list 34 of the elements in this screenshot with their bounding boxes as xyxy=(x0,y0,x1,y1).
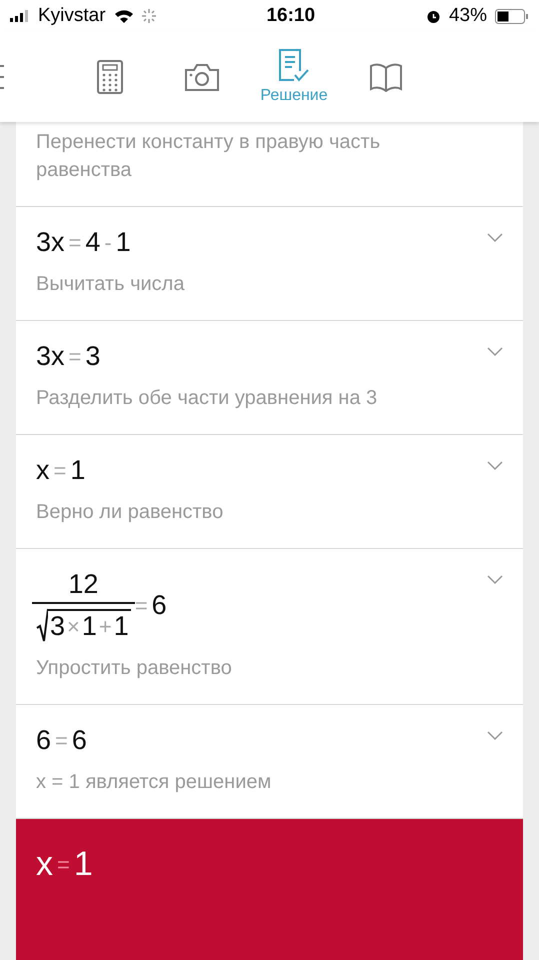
battery-percent: 43% xyxy=(448,5,487,27)
step-description: Упростить равенство xyxy=(36,656,232,681)
status-time: 16:10 xyxy=(266,5,316,27)
signal-icon xyxy=(10,10,30,22)
chevron-down-icon[interactable] xyxy=(487,347,503,357)
step-description: Верно ли равенство xyxy=(36,500,224,525)
step-description: Перенести константу в правую часть равенства xyxy=(36,130,382,183)
equation: 6=6 xyxy=(36,725,88,756)
carrier-name: Kyivstar xyxy=(38,5,106,27)
book-icon[interactable] xyxy=(370,62,402,92)
step-description: x = 1 является решением xyxy=(36,770,272,795)
equation: x=1 xyxy=(36,455,86,486)
battery-icon xyxy=(495,8,529,24)
chevron-down-icon[interactable] xyxy=(487,731,503,741)
radical-sign-icon xyxy=(36,608,48,642)
wifi-icon xyxy=(114,8,134,24)
alarm-clock-icon xyxy=(426,8,441,24)
step-card[interactable]: x=1 Верно ли равенство xyxy=(16,435,523,549)
step-card[interactable]: 3x=4-1 Вычитать числа xyxy=(16,207,523,321)
step-card[interactable]: 3x=3 Разделить обе части уравнения на 3 xyxy=(16,321,523,435)
chevron-down-icon[interactable] xyxy=(487,461,503,471)
calculator-icon[interactable] xyxy=(97,60,123,94)
result-equation: x=1 xyxy=(36,845,93,884)
step-card[interactable]: 12 3×1+1 =6 Упростить равенство xyxy=(16,549,523,705)
checked-document-icon[interactable] xyxy=(278,49,310,83)
chevron-down-icon[interactable] xyxy=(487,575,503,585)
camera-icon[interactable] xyxy=(184,62,220,92)
step-description: Разделить обе части уравнения на 3 xyxy=(36,386,378,411)
equation: 3x=4-1 xyxy=(36,227,132,258)
chevron-down-icon[interactable] xyxy=(487,233,503,243)
step-card[interactable]: 6=6 x = 1 является решением xyxy=(16,705,523,819)
equation: 3x=3 xyxy=(36,341,102,372)
loading-spinner-icon xyxy=(142,9,156,23)
step-description: Вычитать числа xyxy=(36,272,184,297)
